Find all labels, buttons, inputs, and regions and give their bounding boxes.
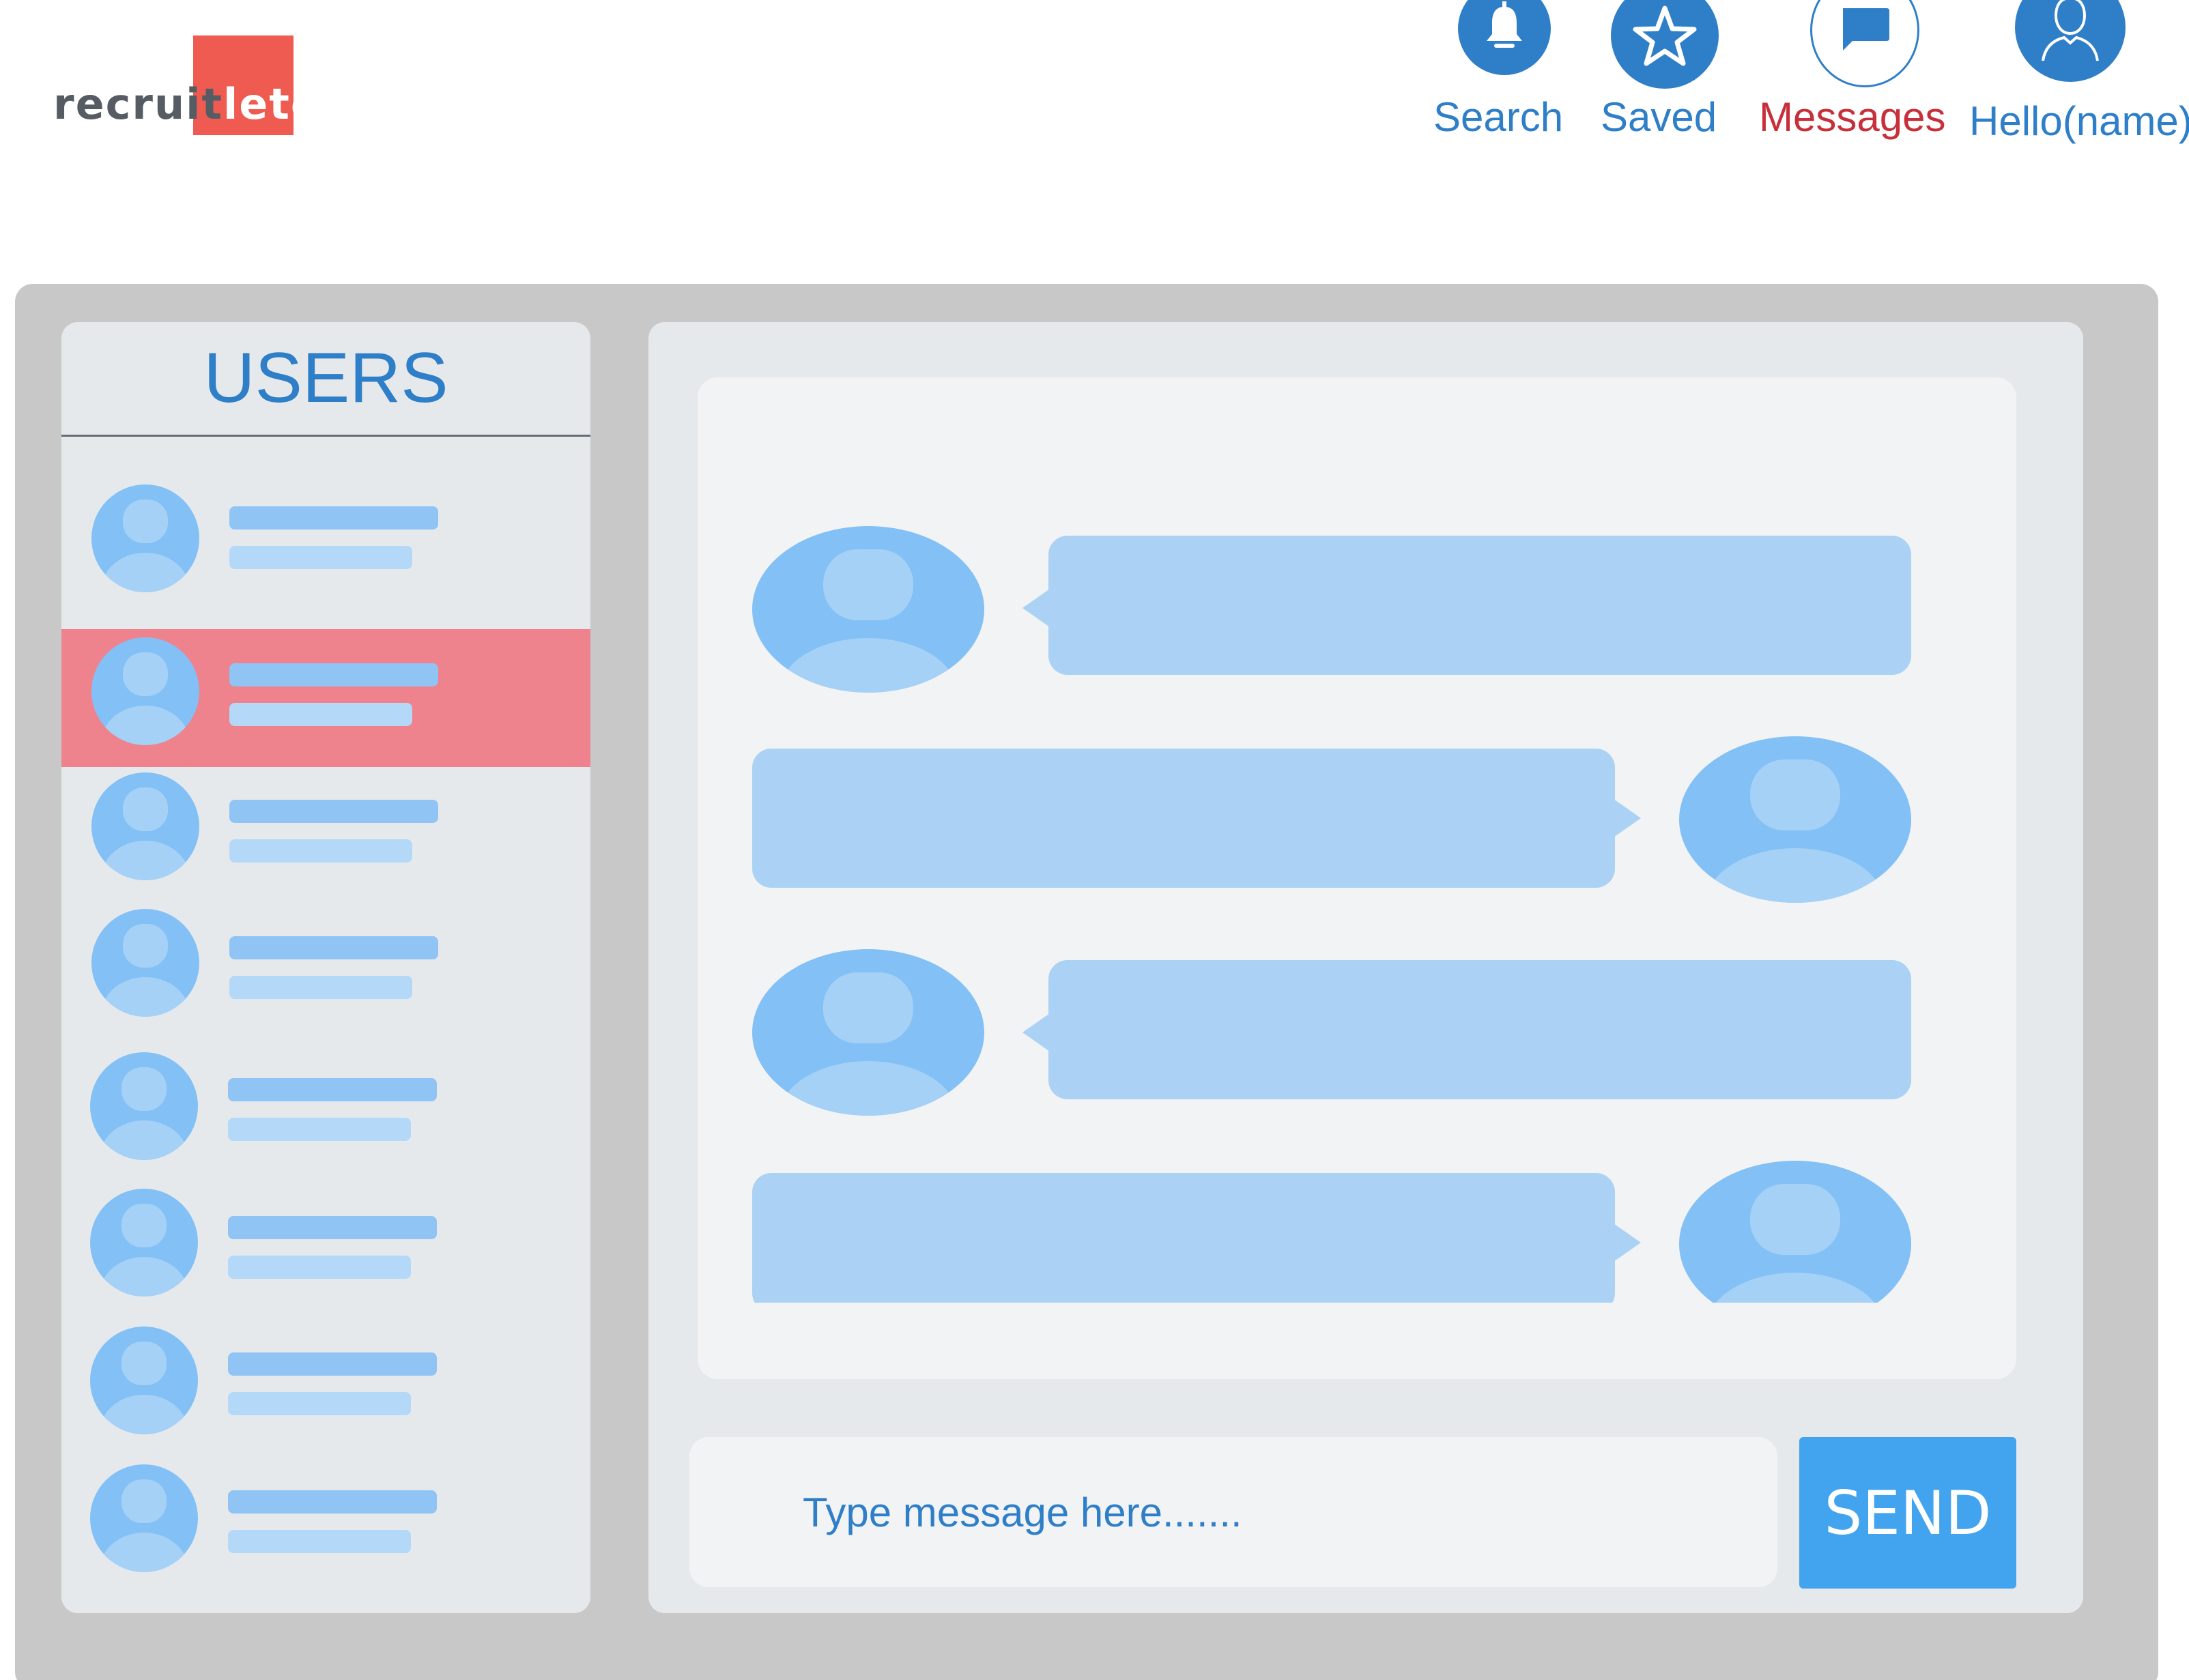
avatar (1679, 736, 1911, 903)
message-input[interactable] (689, 1437, 1777, 1587)
avatar (752, 949, 984, 1116)
user-list-item[interactable] (61, 1051, 590, 1189)
star-icon[interactable] (1611, 0, 1719, 89)
nav-saved-label[interactable]: Saved (1601, 97, 1717, 138)
chat-bubble-icon[interactable] (1810, 0, 1919, 87)
user-list-item[interactable] (61, 1189, 590, 1327)
avatar (752, 526, 984, 693)
user-detail-placeholder (229, 976, 412, 999)
user-name-placeholder (228, 1216, 437, 1239)
avatar (91, 637, 199, 745)
logo-wordmark: recruitlete (53, 83, 321, 126)
message-bubble (1048, 960, 1911, 1099)
user-name-placeholder (229, 506, 438, 530)
users-title: USERS (203, 338, 448, 418)
logo-text-recruit: recruit (53, 79, 223, 129)
message-bubble-tail (1022, 589, 1050, 627)
user-list-item[interactable] (61, 479, 590, 617)
nav-messages-label[interactable]: Messages (1759, 97, 1945, 138)
users-panel: USERS (61, 322, 590, 1613)
avatar (91, 772, 199, 880)
user-detail-placeholder (228, 1530, 411, 1553)
user-list-item-selected[interactable] (61, 629, 590, 767)
user-name-placeholder (228, 1352, 437, 1376)
user-detail-placeholder (229, 703, 412, 726)
user-detail-placeholder (229, 546, 412, 569)
users-divider (61, 435, 590, 437)
user-list-item[interactable] (61, 1325, 590, 1463)
avatar (90, 1052, 198, 1160)
user-name-placeholder (228, 1490, 437, 1514)
user-detail-placeholder (229, 839, 412, 863)
message-bubble (752, 1173, 1615, 1312)
user-name-placeholder (229, 663, 438, 686)
nav-search-label[interactable]: Search (1433, 97, 1563, 138)
chat-window-bottom-fade (698, 1303, 2016, 1379)
user-detail-placeholder (228, 1118, 411, 1141)
bell-icon[interactable] (1458, 0, 1551, 75)
user-name-placeholder (229, 936, 438, 959)
logo-text-lete: lete (223, 79, 321, 129)
message-bubble-tail (1614, 1223, 1641, 1262)
user-name-placeholder (229, 800, 438, 823)
user-list-item[interactable] (61, 771, 590, 909)
message-bubble-tail (1614, 799, 1641, 837)
user-list-item[interactable] (61, 908, 590, 1045)
avatar (91, 909, 199, 1017)
nav-profile-label[interactable]: Hello(name) (1969, 101, 2189, 142)
user-list-item[interactable] (61, 1462, 590, 1599)
message-bubble-tail (1022, 1013, 1050, 1052)
user-name-placeholder (228, 1078, 437, 1101)
chat-window[interactable] (698, 377, 2016, 1379)
recruitlete-logo[interactable]: recruitlete (53, 35, 319, 136)
message-bubble (752, 749, 1615, 888)
avatar (90, 1189, 198, 1297)
avatar (90, 1464, 198, 1572)
avatar (91, 484, 199, 592)
user-icon[interactable] (2015, 0, 2126, 82)
user-detail-placeholder (228, 1392, 411, 1415)
avatar (90, 1327, 198, 1434)
user-detail-placeholder (228, 1256, 411, 1279)
message-bubble (1048, 536, 1911, 675)
send-button[interactable]: SEND (1799, 1437, 2016, 1589)
